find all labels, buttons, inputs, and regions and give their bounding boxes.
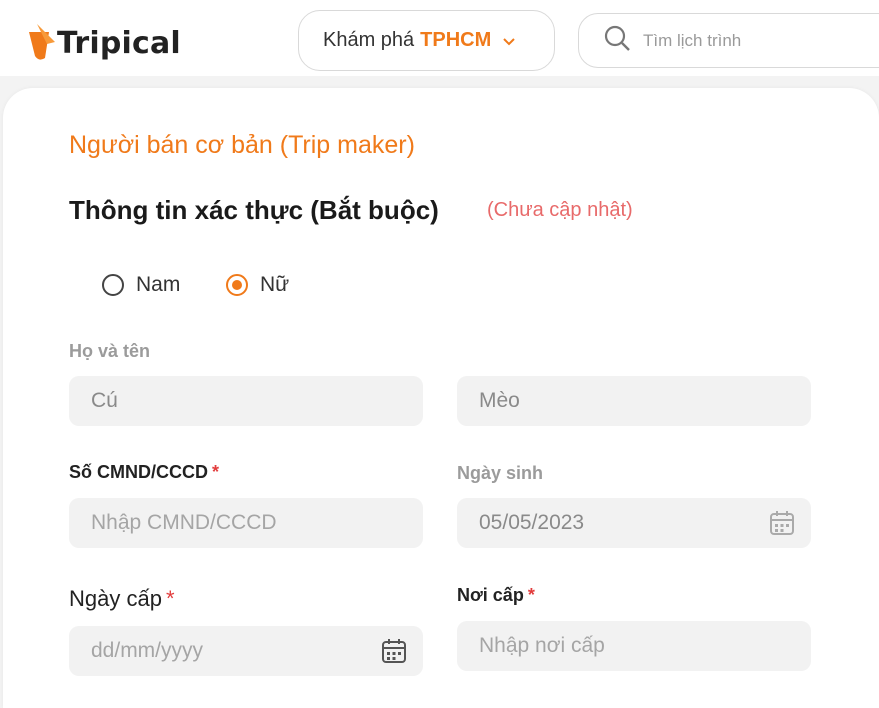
required-mark: *	[165, 586, 175, 611]
issue-place-label-text: Nơi cấp	[457, 585, 524, 605]
gender-label-male: Nam	[136, 273, 181, 296]
radio-circle-selected[interactable]	[226, 274, 248, 296]
update-status: (Chưa cập nhật)	[487, 199, 633, 221]
id-number-label: Số CMND/CCCD *	[69, 462, 219, 483]
id-number-label-text: Số CMND/CCCD	[69, 462, 208, 482]
explore-label: Khám phá	[323, 29, 415, 51]
verification-title: Thông tin xác thực (Bắt buộc)	[69, 195, 439, 225]
explore-city-dropdown[interactable]: Khám phá TPHCM	[298, 10, 555, 71]
gender-label-female: Nữ	[260, 273, 290, 296]
full-name-label: Họ và tên	[69, 341, 151, 361]
section-title: Người bán cơ bản (Trip maker)	[69, 131, 415, 159]
gender-radio-female[interactable]: Nữ	[226, 273, 289, 297]
required-mark: *	[527, 585, 535, 605]
calendar-icon[interactable]	[381, 638, 407, 664]
issue-date-label-text: Ngày cấp	[69, 586, 162, 611]
top-header: Tripical Khám phá TPHCM Tìm lịch trình	[0, 0, 879, 76]
search-box[interactable]: Tìm lịch trình	[578, 13, 879, 68]
calendar-icon[interactable]	[769, 510, 795, 536]
issue-date-input[interactable]: dd/mm/yyyy	[69, 626, 423, 676]
issue-place-label: Nơi cấp *	[457, 585, 535, 606]
issue-date-label: Ngày cấp *	[69, 586, 175, 612]
explore-city: TPHCM	[420, 29, 492, 51]
gender-radio-male[interactable]: Nam	[102, 273, 180, 297]
search-input[interactable]: Tìm lịch trình	[643, 31, 741, 51]
issue-date-placeholder: dd/mm/yyyy	[91, 639, 204, 662]
birth-date-input[interactable]: 05/05/2023	[457, 498, 811, 548]
issue-place-input[interactable]: Nhập nơi cấp	[457, 621, 811, 671]
brand-name[interactable]: Tripical	[57, 26, 181, 61]
birth-date-label: Ngày sinh	[457, 463, 544, 483]
last-name-field[interactable]: Mèo	[457, 376, 811, 426]
chevron-down-icon	[503, 33, 515, 49]
first-name-field[interactable]: Cú	[69, 376, 423, 426]
birth-date-value: 05/05/2023	[479, 511, 585, 534]
radio-circle[interactable]	[102, 274, 124, 296]
required-mark: *	[212, 462, 220, 482]
id-number-input[interactable]: Nhập CMND/CCCD	[69, 498, 423, 548]
search-icon	[603, 24, 631, 57]
